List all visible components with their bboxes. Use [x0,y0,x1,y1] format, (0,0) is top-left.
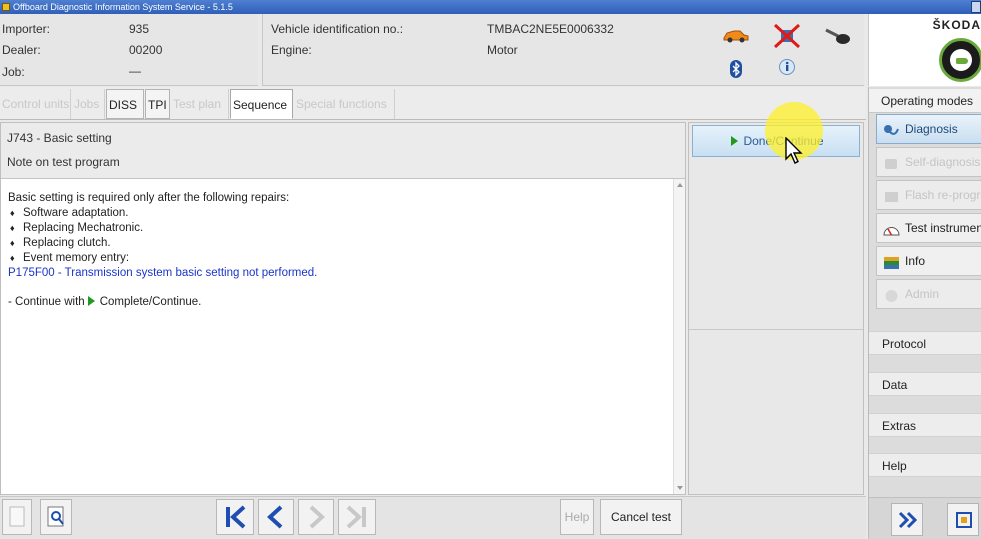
admin-icon [883,286,900,302]
tab-tpi[interactable]: TPI [145,89,170,119]
importer-value: 935 [129,22,150,36]
fault-code-text: P175F00 - Transmission system basic sett… [8,267,318,279]
test-program-subtitle: Note on test program [7,155,120,169]
help-button[interactable]: Help [560,499,594,535]
tab-jobs[interactable]: Jobs [72,89,105,119]
tab-control-units[interactable]: Control units [0,89,71,119]
stethoscope-icon [883,121,900,137]
header-job-info: Importer: 935 Dealer: 00200 Job: — [0,14,258,86]
operating-modes-title: Operating modes [869,89,981,113]
continue-prefix: - Continue with [8,296,85,308]
scroll-up-icon[interactable] [677,183,683,187]
bottom-toolbar: Help Cancel test [0,496,866,539]
sidebar-item-help[interactable]: Help [869,453,981,477]
window-title: Offboard Diagnostic Information System S… [13,2,233,12]
divider [689,329,863,330]
first-step-button[interactable] [216,499,254,535]
operating-modes-sidebar: Operating modes Diagnosis Self-diagnosis… [868,87,981,539]
sequence-panel: J743 - Basic setting Note on test progra… [0,122,686,495]
importer-label: Importer: [2,22,51,36]
dealer-value: 00200 [129,43,163,57]
content-scrollbar[interactable] [673,179,685,494]
vin-value: TMBAC2NE5E0006332 [487,22,614,36]
intro-text: Basic setting is required only after the… [8,192,290,204]
brand-name: ŠKODA [932,18,981,32]
engine-label: Engine: [271,43,312,57]
mode-info-button[interactable]: Info [876,246,981,276]
test-program-title: J743 - Basic setting [7,131,112,145]
skoda-logo-icon [939,38,981,82]
window-control-button[interactable] [971,1,981,13]
status-icons [714,16,862,84]
self-diagnosis-icon [883,154,900,170]
mode-flash-button[interactable]: Flash re-programming [876,180,981,210]
connection-error-icon[interactable] [772,22,802,53]
brand-logo-area: ŠKODA [868,14,981,86]
info-icon[interactable] [778,58,796,79]
engine-value: Motor [487,43,518,57]
car-icon[interactable] [722,28,750,47]
mode-label: Diagnosis [905,122,958,136]
app-icon [2,3,10,11]
tab-special-functions[interactable]: Special functions [294,89,395,119]
flash-icon [883,187,900,203]
forward-button[interactable] [891,503,923,536]
sidebar-item-extras[interactable]: Extras [869,413,981,437]
play-icon [87,296,95,306]
cancel-test-button[interactable]: Cancel test [600,499,682,535]
mode-label: Self-diagnosis [905,155,981,169]
tab-diss[interactable]: DISS [106,89,144,119]
continue-instruction: - Continue with Complete/Continue. [8,295,668,310]
action-panel: Done/Continue [688,102,864,495]
gauge-icon [883,220,900,236]
list-item: Replacing clutch. [8,236,668,251]
bluetooth-icon[interactable] [730,60,742,81]
list-item: Software adaptation. [8,206,668,221]
mode-diagnosis-button[interactable]: Diagnosis [876,114,981,144]
mode-test-instruments-button[interactable]: Test instruments [876,213,981,243]
next-step-button[interactable] [298,499,334,535]
vin-label: Vehicle identification no.: [271,22,404,36]
tab-sequence[interactable]: Sequence [230,89,293,119]
mode-label: Admin [905,287,940,301]
mode-label: Info [905,254,926,268]
sidebar-item-data[interactable]: Data [869,372,981,396]
print-preview-button[interactable] [2,499,32,535]
sidebar-bottom-bar [869,497,981,539]
continue-action: Complete/Continue. [99,296,202,308]
job-label: Job: [2,65,25,79]
scroll-down-icon[interactable] [677,486,683,490]
mode-admin-button[interactable]: Admin [876,279,981,309]
sidebar-item-protocol[interactable]: Protocol [869,331,981,355]
fullscreen-button[interactable] [947,503,979,536]
list-item: Replacing Mechatronic. [8,221,668,236]
tab-bar: Control units Jobs DISS TPI Test plan Se… [0,87,866,120]
job-value: — [129,64,141,78]
zoom-document-button[interactable] [40,499,72,535]
mode-label: Flash re-programming [905,188,981,202]
mode-label: Test instruments [905,221,981,235]
instruction-text: Basic setting is required only after the… [8,191,668,310]
play-icon [731,136,739,146]
window-titlebar: Offboard Diagnostic Information System S… [0,0,981,14]
mode-self-diagnosis-button[interactable]: Self-diagnosis [876,147,981,177]
list-item: Event memory entry: [8,251,668,266]
previous-step-button[interactable] [258,499,294,535]
key-icon[interactable] [824,26,852,49]
sequence-header: J743 - Basic setting Note on test progra… [1,123,685,179]
dealer-label: Dealer: [2,43,41,57]
tab-test-plan[interactable]: Test plan [171,89,229,119]
books-icon [883,253,900,269]
last-step-button[interactable] [338,499,376,535]
